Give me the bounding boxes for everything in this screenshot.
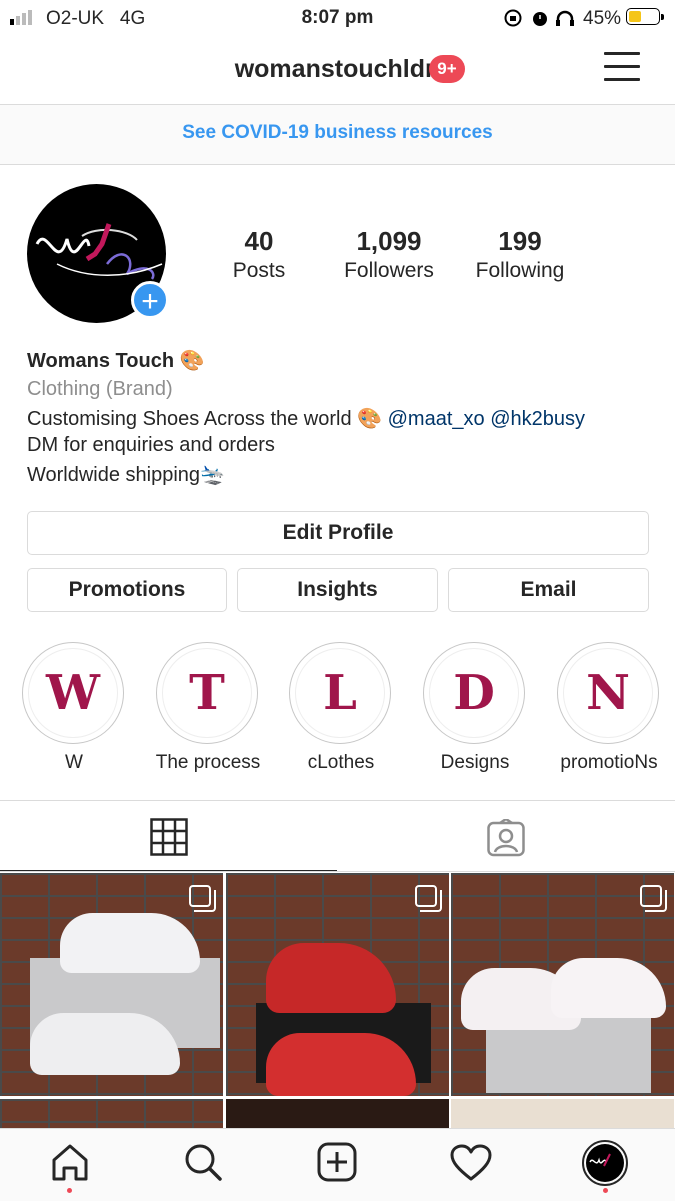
post-thumbnail[interactable] bbox=[451, 873, 674, 1096]
highlight-label: promotioNs bbox=[560, 752, 658, 773]
search-icon[interactable] bbox=[183, 1142, 223, 1182]
post-thumbnail[interactable] bbox=[0, 873, 223, 1096]
notification-badge[interactable]: 9+ bbox=[429, 55, 465, 83]
edit-profile-button[interactable]: Edit Profile bbox=[27, 511, 649, 555]
story-highlight[interactable]: T The process bbox=[156, 642, 260, 773]
tagged-icon[interactable] bbox=[487, 819, 525, 857]
multiple-photos-icon bbox=[189, 885, 216, 912]
alarm-icon bbox=[533, 12, 547, 26]
stat-posts[interactable]: 40 Posts bbox=[194, 226, 324, 283]
highlight-cover: L bbox=[295, 648, 385, 738]
bio-line: DM for enquiries and orders bbox=[27, 434, 275, 456]
post-thumbnail[interactable] bbox=[451, 1099, 674, 1128]
divider bbox=[0, 871, 675, 872]
heart-icon[interactable] bbox=[450, 1144, 492, 1182]
story-highlight[interactable]: D Designs bbox=[423, 642, 527, 773]
profile-category: Clothing (Brand) bbox=[27, 378, 173, 400]
promotions-button[interactable]: Promotions bbox=[27, 568, 227, 612]
stat-following[interactable]: 199 Following bbox=[455, 226, 585, 283]
divider bbox=[0, 164, 675, 165]
profile-display-name: Womans Touch 🎨 bbox=[27, 350, 205, 372]
multiple-photos-icon bbox=[415, 885, 442, 912]
stat-followers[interactable]: 1,099 Followers bbox=[324, 226, 454, 283]
grid-icon[interactable] bbox=[150, 818, 188, 856]
mention-link[interactable]: @hk2busy bbox=[490, 408, 585, 430]
highlight-cover: D bbox=[429, 648, 519, 738]
post-thumbnail[interactable] bbox=[226, 873, 449, 1096]
story-highlight[interactable]: L cLothes bbox=[289, 642, 393, 773]
email-button[interactable]: Email bbox=[448, 568, 649, 612]
home-icon[interactable] bbox=[50, 1142, 90, 1182]
profile-activity-dot bbox=[603, 1188, 608, 1193]
insights-button[interactable]: Insights bbox=[237, 568, 438, 612]
highlight-cover: T bbox=[162, 648, 252, 738]
status-bar: O2-UK 4G 8:07 pm 45% bbox=[0, 0, 675, 36]
profile-username[interactable]: womanstouchldn bbox=[0, 55, 675, 84]
post-thumbnail[interactable] bbox=[226, 1099, 449, 1128]
rotation-lock-icon bbox=[504, 9, 522, 27]
hamburger-menu-icon[interactable] bbox=[604, 52, 640, 84]
covid-resources-link[interactable]: See COVID-19 business resources bbox=[0, 122, 675, 144]
avatar bbox=[586, 1144, 624, 1182]
multiple-photos-icon bbox=[640, 885, 667, 912]
highlight-cover: W bbox=[28, 648, 118, 738]
status-icons bbox=[504, 9, 574, 27]
highlight-cover: N bbox=[563, 648, 653, 738]
bio-line: Worldwide shipping🛬 bbox=[27, 464, 225, 486]
battery-percentage: 45% bbox=[583, 8, 622, 29]
home-activity-dot bbox=[67, 1188, 72, 1193]
profile-tab-avatar[interactable] bbox=[582, 1140, 628, 1186]
divider bbox=[0, 800, 675, 801]
story-highlight[interactable]: W W bbox=[22, 642, 126, 773]
mention-link[interactable]: @maat_xo bbox=[388, 408, 485, 430]
bio-line: Customising Shoes Across the world 🎨 @ma… bbox=[27, 408, 585, 430]
add-story-button[interactable]: + bbox=[131, 281, 169, 319]
add-post-icon[interactable] bbox=[317, 1142, 357, 1182]
story-highlight[interactable]: N promotioNs bbox=[557, 642, 661, 773]
headphones-icon bbox=[556, 10, 574, 26]
battery-icon bbox=[626, 8, 664, 25]
post-thumbnail[interactable] bbox=[0, 1099, 223, 1128]
